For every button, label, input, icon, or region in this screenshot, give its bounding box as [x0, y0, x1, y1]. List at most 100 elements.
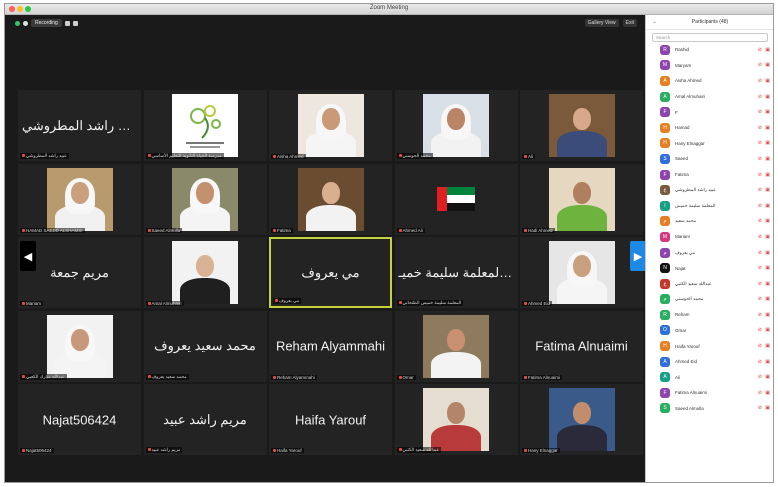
- muted-mic-icon[interactable]: ⊘: [758, 390, 762, 396]
- muted-mic-icon[interactable]: ⊘: [758, 296, 762, 302]
- muted-mic-icon[interactable]: ⊘: [758, 62, 762, 68]
- video-tile[interactable]: Reham Alyammahi Reham Alyammahi: [269, 310, 392, 382]
- muted-mic-icon[interactable]: ⊘: [758, 343, 762, 349]
- video-off-icon[interactable]: ▣: [765, 296, 770, 302]
- muted-mic-icon[interactable]: ⊘: [758, 125, 762, 131]
- participant-row[interactable]: H Hamad ⊘ ▣: [646, 120, 773, 136]
- muted-mic-icon[interactable]: ⊘: [758, 203, 762, 209]
- video-tile[interactable]: Omar: [394, 310, 518, 382]
- video-tile[interactable]: Fatima: [269, 163, 392, 235]
- video-off-icon[interactable]: ▣: [765, 203, 770, 209]
- participant-row[interactable]: N Najat ⊘ ▣: [646, 260, 773, 276]
- muted-mic-icon[interactable]: ⊘: [758, 109, 762, 115]
- video-tile[interactable]: Amal Almuhairi: [143, 237, 267, 308]
- participant-row[interactable]: R Rashid ⊘ ▣: [646, 42, 773, 58]
- video-tile[interactable]: مدرسة الحياة الثانوية للتعليم الأساسي: [143, 90, 267, 161]
- muted-mic-icon[interactable]: ⊘: [758, 94, 762, 100]
- muted-mic-icon[interactable]: ⊘: [758, 187, 762, 193]
- video-tile[interactable]: Ahmed Ali: [394, 163, 518, 235]
- video-tile[interactable]: مي يعروف مي يعروف: [269, 237, 392, 308]
- participant-row[interactable]: م محمد سعيد ⊘ ▣: [646, 214, 773, 230]
- video-tile[interactable]: عبيد راشد المطروشي عبيد راشد المطروشي: [18, 90, 141, 161]
- collapse-panel-icon[interactable]: ⌄: [652, 18, 657, 25]
- video-off-icon[interactable]: ▣: [765, 265, 770, 271]
- muted-mic-icon[interactable]: ⊘: [758, 234, 762, 240]
- participant-row[interactable]: S Saeed ⊘ ▣: [646, 151, 773, 167]
- participant-row[interactable]: م محمد الحوسني ⊘ ▣: [646, 292, 773, 308]
- muted-mic-icon[interactable]: ⊘: [758, 405, 762, 411]
- muted-mic-icon[interactable]: ⊘: [758, 265, 762, 271]
- video-tile[interactable]: مريم جمعة Mariam: [18, 237, 141, 308]
- video-off-icon[interactable]: ▣: [765, 405, 770, 411]
- video-tile[interactable]: عبدالله مبارك الكعبي: [18, 310, 141, 382]
- video-tile[interactable]: Hany Elnaggar: [520, 384, 643, 455]
- muted-mic-icon[interactable]: ⊘: [758, 359, 762, 365]
- video-tile[interactable]: محمد سعيد يعروف محمد سعيد يعروف: [143, 310, 267, 382]
- muted-mic-icon[interactable]: ⊘: [758, 250, 762, 256]
- video-tile[interactable]: Ali: [520, 90, 643, 161]
- muted-mic-icon[interactable]: ⊘: [758, 78, 762, 84]
- participant-row[interactable]: ع عبيد راشد المطروشي ⊘ ▣: [646, 182, 773, 198]
- video-off-icon[interactable]: ▣: [765, 343, 770, 349]
- video-off-icon[interactable]: ▣: [765, 281, 770, 287]
- video-tile[interactable]: Ahmed Eid: [520, 237, 643, 308]
- video-off-icon[interactable]: ▣: [765, 250, 770, 256]
- recording-indicator[interactable]: Recording: [15, 19, 78, 27]
- participant-row[interactable]: ا المعلمة سليمة خميس ⊘ ▣: [646, 198, 773, 214]
- participant-row[interactable]: A Ali ⊘ ▣: [646, 369, 773, 385]
- video-off-icon[interactable]: ▣: [765, 78, 770, 84]
- muted-mic-icon[interactable]: ⊘: [758, 327, 762, 333]
- video-off-icon[interactable]: ▣: [765, 109, 770, 115]
- muted-mic-icon[interactable]: ⊘: [758, 312, 762, 318]
- muted-mic-icon[interactable]: ⊘: [758, 374, 762, 380]
- video-off-icon[interactable]: ▣: [765, 47, 770, 53]
- video-off-icon[interactable]: ▣: [765, 156, 770, 162]
- video-off-icon[interactable]: ▣: [765, 62, 770, 68]
- participant-row[interactable]: F F ⊘ ▣: [646, 104, 773, 120]
- video-tile[interactable]: Hadi Ahmed: [520, 163, 643, 235]
- video-tile[interactable]: Saeed Almulla: [143, 163, 267, 235]
- video-off-icon[interactable]: ▣: [765, 327, 770, 333]
- video-off-icon[interactable]: ▣: [765, 94, 770, 100]
- video-off-icon[interactable]: ▣: [765, 234, 770, 240]
- muted-mic-icon[interactable]: ⊘: [758, 218, 762, 224]
- participant-row[interactable]: F Fatima ⊘ ▣: [646, 167, 773, 183]
- participant-row[interactable]: A Ahmed Eid ⊘ ▣: [646, 354, 773, 370]
- video-off-icon[interactable]: ▣: [765, 140, 770, 146]
- muted-mic-icon[interactable]: ⊘: [758, 281, 762, 287]
- muted-mic-icon[interactable]: ⊘: [758, 47, 762, 53]
- video-tile[interactable]: Najat506424 Najat506424: [18, 384, 141, 455]
- stop-recording-icon[interactable]: [72, 20, 78, 26]
- participant-row[interactable]: A Amal Almuhairi ⊘ ▣: [646, 89, 773, 105]
- video-tile[interactable]: Fatima Alnuaimi Fatima Alnuaimi: [520, 310, 643, 382]
- participant-row[interactable]: ع عبدالله سعيد الكتبي ⊘ ▣: [646, 276, 773, 292]
- video-off-icon[interactable]: ▣: [765, 390, 770, 396]
- participant-row[interactable]: A Aisha Ahmed ⊘ ▣: [646, 73, 773, 89]
- video-off-icon[interactable]: ▣: [765, 359, 770, 365]
- pause-recording-icon[interactable]: [64, 20, 70, 26]
- participant-row[interactable]: M Maryam ⊘ ▣: [646, 58, 773, 74]
- muted-mic-icon[interactable]: ⊘: [758, 156, 762, 162]
- gallery-view-button[interactable]: Gallery View: [584, 19, 619, 27]
- video-tile[interactable]: HAMAD SAEED ALSHAMSI: [18, 163, 141, 235]
- next-page-button[interactable]: ▶: [630, 241, 646, 271]
- participant-row[interactable]: R Reham ⊘ ▣: [646, 307, 773, 323]
- video-tile[interactable]: Aisha Ahmed: [269, 90, 392, 161]
- video-tile[interactable]: Haifa Yarouf Haifa Yarouf: [269, 384, 392, 455]
- video-off-icon[interactable]: ▣: [765, 312, 770, 318]
- participant-row[interactable]: م مي يعروف ⊘ ▣: [646, 245, 773, 261]
- video-tile[interactable]: المعلمة سليمة خميـ... المعلمة سليمة خميس …: [394, 237, 518, 308]
- exit-fullscreen-button[interactable]: Exit: [622, 19, 637, 27]
- video-off-icon[interactable]: ▣: [765, 172, 770, 178]
- video-off-icon[interactable]: ▣: [765, 218, 770, 224]
- participant-row[interactable]: M Mariam ⊘ ▣: [646, 229, 773, 245]
- participant-row[interactable]: H Haifa Yarouf ⊘ ▣: [646, 338, 773, 354]
- video-tile[interactable]: محمد الحوسني: [394, 90, 518, 161]
- participants-search-input[interactable]: Search: [652, 33, 768, 42]
- video-off-icon[interactable]: ▣: [765, 125, 770, 131]
- video-off-icon[interactable]: ▣: [765, 374, 770, 380]
- video-tile[interactable]: مريم راشد عبيد مريم راشد عبيد: [143, 384, 267, 455]
- video-tile[interactable]: عبدالله سعيد الكتبي: [394, 384, 518, 455]
- participant-row[interactable]: S Saeed Almulla ⊘ ▣: [646, 401, 773, 417]
- previous-page-button[interactable]: ◀: [20, 241, 36, 271]
